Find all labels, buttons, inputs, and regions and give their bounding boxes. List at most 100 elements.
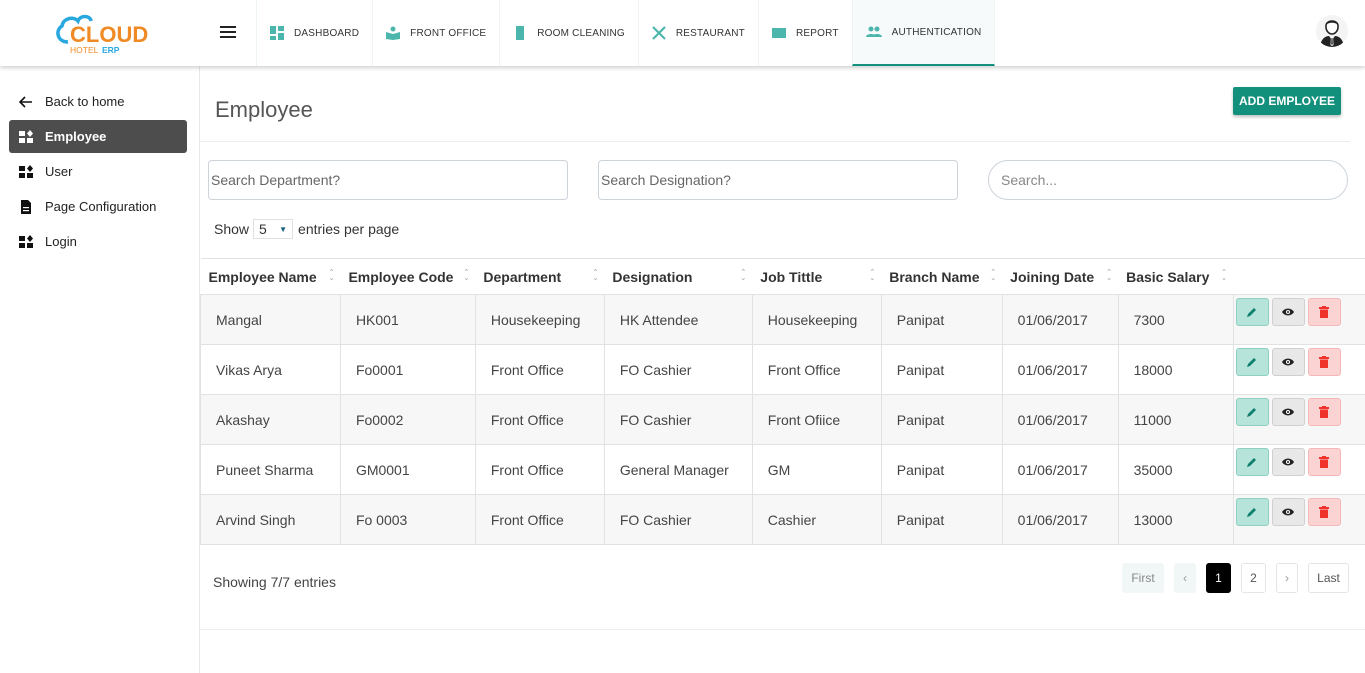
pagination-page-1[interactable]: 1: [1206, 563, 1231, 593]
cell-department: Front Office: [474, 394, 605, 445]
nav-authentication-label: AUTHENTICATION: [891, 26, 982, 38]
cell-branch-name: Panipat: [880, 294, 1003, 345]
pagination-prev-button[interactable]: ‹: [1174, 563, 1196, 593]
edit-button[interactable]: [1235, 498, 1269, 526]
sort-icon: ⌃ ⌄: [869, 269, 876, 282]
row-actions: [1232, 394, 1365, 445]
table-row: Akashay Fo0002 Front Office FO Cashier Front…: [200, 394, 1365, 445]
cell-basic-salary: 13000: [1117, 494, 1234, 545]
sidebar-item-page-configuration[interactable]: Page Configuration: [9, 190, 187, 223]
entries-per-page-select[interactable]: 5 ▼: [253, 219, 294, 239]
cloud-hotel-erp-logo[interactable]: CLOUD HOTEL ERP: [54, 12, 150, 56]
sidebar-item-employee[interactable]: Employee: [9, 120, 187, 153]
logo-text-cloud: CLOUD: [70, 22, 148, 47]
cell-employee-code: Fo 0003: [339, 494, 476, 545]
sidebar-item-login[interactable]: Login: [9, 225, 187, 258]
column-header-designation[interactable]: Designation ⌃ ⌄: [604, 258, 753, 295]
edit-button[interactable]: [1235, 298, 1269, 326]
cell-branch-name: Panipat: [880, 494, 1003, 545]
table-row: Mangal HK001 Housekeeping HK Attendee Housek…: [200, 294, 1365, 345]
caret-down-icon: ▼: [279, 224, 288, 234]
column-header-employee-name[interactable]: Employee Name ⌃ ⌄: [200, 258, 341, 295]
pencil-icon: [1247, 408, 1256, 417]
view-button[interactable]: [1271, 498, 1305, 526]
cell-joining-date: 01/06/2017: [1001, 294, 1119, 345]
nav-restaurant-label: RESTAURANT: [675, 27, 745, 39]
edit-button[interactable]: [1235, 448, 1269, 476]
eye-icon: [1282, 458, 1294, 466]
main-nav: DASHBOARD FRONT OFFICE ROOM CLEANING RES…: [256, 0, 996, 66]
edit-button[interactable]: [1235, 398, 1269, 426]
delete-button[interactable]: [1307, 398, 1341, 426]
eye-icon: [1282, 408, 1294, 416]
widgets-icon: [19, 234, 33, 249]
cell-employee-name: Mangal: [200, 294, 341, 345]
column-header-department[interactable]: Department ⌃ ⌄: [475, 258, 605, 295]
search-designation-input[interactable]: [598, 160, 958, 200]
pagination-first-button[interactable]: First: [1122, 563, 1164, 593]
nav-room-cleaning[interactable]: ROOM CLEANING: [499, 0, 638, 66]
nav-report[interactable]: REPORT: [757, 0, 852, 66]
reader-icon: [386, 26, 401, 40]
nav-authentication[interactable]: AUTHENTICATION: [851, 0, 996, 66]
sidebar-item-back-to-home[interactable]: Back to home: [9, 85, 187, 118]
divider: [200, 141, 1350, 142]
pagination-next-button[interactable]: ›: [1276, 563, 1298, 593]
sort-icon: ⌃ ⌄: [990, 269, 997, 282]
nav-restaurant[interactable]: RESTAURANT: [637, 0, 758, 66]
sort-icon: ⌃ ⌄: [740, 269, 747, 282]
table-row: Arvind Singh Fo 0003 Front Office FO Cashie…: [200, 494, 1365, 545]
view-button[interactable]: [1271, 348, 1305, 376]
menu-toggle-icon[interactable]: [220, 26, 236, 38]
column-header-joining-date[interactable]: Joining Date ⌃ ⌄: [1002, 258, 1119, 295]
view-button[interactable]: [1271, 448, 1305, 476]
nav-front-office-label: FRONT OFFICE: [410, 27, 487, 39]
search-input[interactable]: [988, 160, 1348, 200]
view-button[interactable]: [1271, 298, 1305, 326]
trash-icon: [1319, 506, 1329, 518]
pagination-last-button[interactable]: Last: [1308, 563, 1349, 593]
divider: [200, 629, 1365, 630]
nav-dashboard[interactable]: DASHBOARD: [256, 0, 372, 66]
table-row: Puneet Sharma GM0001 Front Office General M…: [200, 444, 1365, 495]
column-header-label: Branch Name: [889, 268, 980, 285]
view-button[interactable]: [1271, 398, 1305, 426]
column-header-label: Employee Code: [348, 268, 454, 285]
nav-report-label: REPORT: [795, 27, 839, 39]
add-employee-button[interactable]: ADD EMPLOYEE: [1233, 87, 1341, 115]
delete-button[interactable]: [1307, 448, 1341, 476]
sidebar-item-label: Employee: [45, 129, 107, 144]
nav-front-office[interactable]: FRONT OFFICE: [372, 0, 499, 66]
column-header-employee-code[interactable]: Employee Code ⌃ ⌄: [340, 258, 476, 295]
delete-button[interactable]: [1307, 348, 1341, 376]
column-header-label: Joining Date: [1010, 268, 1095, 285]
cell-job-title: Front Ofiice: [751, 394, 882, 445]
sidebar-item-user[interactable]: User: [9, 155, 187, 188]
column-header-branch-name[interactable]: Branch Name ⌃ ⌄: [881, 258, 1003, 295]
cell-employee-code: HK001: [339, 294, 476, 345]
pagination-page-2[interactable]: 2: [1241, 563, 1266, 593]
cell-designation: FO Cashier: [603, 394, 753, 445]
column-header-label: Job Tittle: [760, 268, 823, 285]
column-header-basic-salary[interactable]: Basic Salary ⌃ ⌄: [1118, 258, 1233, 295]
delete-button[interactable]: [1307, 498, 1341, 526]
logo-text-erp: ERP: [102, 45, 120, 55]
column-header-job-title[interactable]: Job Tittle ⌃ ⌄: [752, 258, 882, 295]
cell-department: Housekeeping: [474, 294, 605, 345]
trash-icon: [1319, 306, 1329, 318]
arrow-left-icon: [18, 95, 33, 109]
top-header: CLOUD HOTEL ERP DASHBOARD FRONT OFFICE R…: [0, 0, 1365, 66]
cell-job-title: GM: [751, 444, 882, 495]
row-actions: [1232, 444, 1365, 495]
delete-button[interactable]: [1307, 298, 1341, 326]
nav-dashboard-label: DASHBOARD: [294, 27, 360, 39]
trash-icon: [1319, 456, 1329, 468]
cell-designation: FO Cashier: [603, 494, 753, 545]
search-department-input[interactable]: [208, 160, 568, 200]
edit-button[interactable]: [1235, 348, 1269, 376]
pencil-icon: [1247, 308, 1256, 317]
trash-icon: [1319, 406, 1329, 418]
entries-per-page-value: 5: [259, 221, 267, 237]
logo-text-hotel: HOTEL: [70, 45, 99, 55]
user-avatar[interactable]: [1316, 15, 1348, 47]
